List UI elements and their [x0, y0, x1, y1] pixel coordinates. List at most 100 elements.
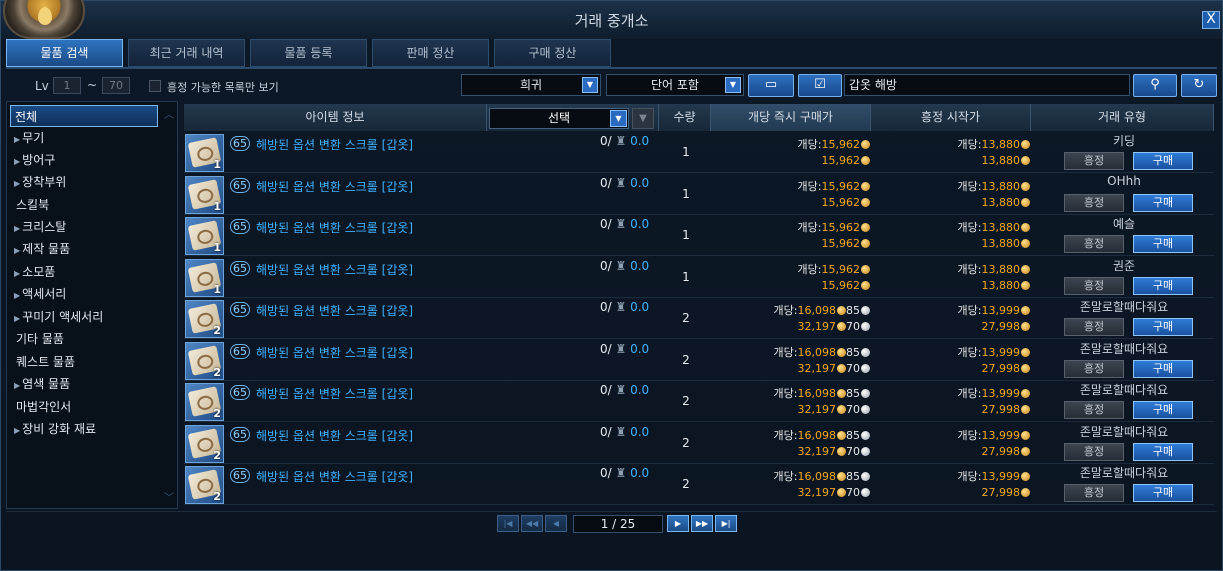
title-bar[interactable]: 거래 중개소 X: [1, 0, 1222, 39]
rarity-select[interactable]: 희귀 ▼: [461, 74, 601, 96]
category-item[interactable]: ▶ 크리스탈: [10, 216, 158, 238]
category-item[interactable]: ▶ 액세서리: [10, 283, 158, 305]
bid-only-checkbox[interactable]: [149, 80, 161, 92]
scroll-icon[interactable]: 2: [185, 341, 224, 380]
category-item[interactable]: ▶ 무기: [10, 127, 158, 149]
column-bid-start[interactable]: 흥정 시작가: [871, 104, 1031, 131]
tab-register-item[interactable]: 물품 등록: [250, 39, 367, 67]
item-name[interactable]: 해방된 옵션 변환 스크롤 [갑옷]: [256, 261, 413, 278]
column-item-info[interactable]: 아이템 정보: [184, 104, 487, 131]
sidebar-scrollbar[interactable]: ︿ ﹀: [163, 106, 175, 504]
bid-button[interactable]: 흥정: [1064, 442, 1124, 461]
bid-button[interactable]: 흥정: [1064, 318, 1124, 336]
table-row[interactable]: 1 65 해방된 옵션 변환 스크롤 [갑옷] 0/ ♜ 0.0 1 개당:15,962 1…: [184, 215, 1214, 256]
chevron-down-icon[interactable]: ▼: [582, 77, 598, 93]
buy-button[interactable]: 구매: [1133, 235, 1193, 253]
buy-button[interactable]: 구매: [1133, 401, 1193, 419]
category-item[interactable]: ▶ 꾸미기 액세서리: [10, 306, 158, 328]
sort-order-button[interactable]: ▼: [632, 108, 654, 129]
next-page-button[interactable]: ▶: [667, 515, 689, 532]
category-item[interactable]: 기타 물품: [10, 328, 158, 350]
column-qty[interactable]: 수량: [659, 104, 711, 131]
first-page-button[interactable]: |◀: [497, 515, 519, 532]
bid-button[interactable]: 흥정: [1064, 359, 1124, 378]
buy-button[interactable]: 구매: [1133, 318, 1193, 336]
item-name[interactable]: 해방된 옵션 변환 스크롤 [갑옷]: [256, 302, 413, 319]
category-item[interactable]: ▶ 장착부위: [10, 171, 158, 193]
buy-button[interactable]: 구매: [1133, 442, 1193, 461]
bid-button[interactable]: 흥정: [1064, 401, 1124, 419]
buy-button[interactable]: 구매: [1133, 276, 1193, 295]
item-name[interactable]: 해방된 옵션 변환 스크롤 [갑옷]: [256, 219, 413, 236]
category-item[interactable]: 퀘스트 물품: [10, 351, 158, 373]
item-name[interactable]: 해방된 옵션 변환 스크롤 [갑옷]: [256, 385, 413, 402]
buy-button[interactable]: 구매: [1133, 193, 1193, 212]
scroll-icon[interactable]: 1: [185, 134, 224, 172]
table-row[interactable]: 1 65 해방된 옵션 변환 스크롤 [갑옷] 0/ ♜ 0.0 1 개당:15,962 1…: [184, 132, 1214, 173]
bid-button[interactable]: 흥정: [1064, 484, 1124, 502]
table-row[interactable]: 2 65 해방된 옵션 변환 스크롤 [갑옷] 0/ ♜ 0.0 2 개당:16,098 8…: [184, 340, 1214, 381]
chevron-down-icon[interactable]: ▼: [725, 77, 741, 93]
tab-item-search[interactable]: 물품 검색: [6, 39, 123, 67]
tab-purchase-settlement[interactable]: 구매 정산: [494, 39, 611, 67]
buy-button[interactable]: 구매: [1133, 484, 1193, 502]
table-row[interactable]: 2 65 해방된 옵션 변환 스크롤 [갑옷] 0/ ♜ 0.0 2 개당:16,098 8…: [184, 381, 1214, 422]
column-trade-type[interactable]: 거래 유형: [1031, 104, 1214, 131]
bid-button[interactable]: 흥정: [1064, 152, 1124, 170]
prev-block-button[interactable]: ◀◀: [521, 515, 543, 532]
bid-button[interactable]: 흥정: [1064, 193, 1124, 212]
search-input[interactable]: 갑옷 해방: [844, 74, 1130, 96]
category-item[interactable]: ▶ 소모품: [10, 261, 158, 283]
refresh-button[interactable]: ↻: [1181, 74, 1217, 97]
check-toggle-button[interactable]: ☑: [798, 74, 842, 97]
match-mode-select[interactable]: 단어 포함 ▼: [606, 74, 744, 96]
lv-min-input[interactable]: 1: [53, 77, 81, 94]
category-item[interactable]: ▶ 제작 물품: [10, 238, 158, 260]
category-item[interactable]: ▶ 장비 강화 재료: [10, 418, 158, 440]
tab-sales-settlement[interactable]: 판매 정산: [372, 39, 489, 67]
scroll-icon[interactable]: 1: [185, 258, 224, 297]
unit-price-value: 16,098: [797, 345, 837, 359]
lv-max-input[interactable]: 70: [102, 77, 130, 94]
chevron-down-icon[interactable]: ▼: [610, 110, 627, 127]
category-item[interactable]: ▶ 방어구: [10, 149, 158, 171]
next-block-button[interactable]: ▶▶: [691, 515, 713, 532]
last-page-button[interactable]: ▶|: [715, 515, 737, 532]
bid-button[interactable]: 흥정: [1064, 276, 1124, 295]
scroll-icon[interactable]: 1: [185, 175, 224, 214]
total-price: 32,197 70: [798, 362, 870, 375]
scroll-up-icon[interactable]: ︿: [163, 106, 175, 121]
scroll-icon[interactable]: 2: [185, 383, 224, 421]
close-button[interactable]: X: [1202, 11, 1220, 29]
table-row[interactable]: 1 65 해방된 옵션 변환 스크롤 [갑옷] 0/ ♜ 0.0 1 개당:15,962 1…: [184, 257, 1214, 298]
search-button[interactable]: ⚲: [1133, 74, 1177, 97]
item-name[interactable]: 해방된 옵션 변환 스크롤 [갑옷]: [256, 344, 413, 361]
scroll-icon[interactable]: 2: [185, 300, 224, 338]
expand-arrow-icon: ▶: [14, 269, 21, 278]
column-instant-price[interactable]: 개당 즉시 구매가: [711, 104, 871, 131]
buy-button[interactable]: 구매: [1133, 359, 1193, 378]
mailbox-button[interactable]: ▭: [748, 74, 794, 97]
table-row[interactable]: 2 65 해방된 옵션 변환 스크롤 [갑옷] 0/ ♜ 0.0 2 개당:16,098 8…: [184, 423, 1214, 464]
scroll-icon[interactable]: 1: [185, 217, 224, 255]
buy-button[interactable]: 구매: [1133, 152, 1193, 170]
item-name[interactable]: 해방된 옵션 변환 스크롤 [갑옷]: [256, 427, 413, 444]
prev-page-button[interactable]: ◀: [545, 515, 567, 532]
select-dropdown[interactable]: 선택 ▼: [489, 108, 629, 129]
scroll-icon[interactable]: 2: [185, 466, 224, 504]
table-row[interactable]: 2 65 해방된 옵션 변환 스크롤 [갑옷] 0/ ♜ 0.0 2 개당:16,098 8…: [184, 298, 1214, 339]
scroll-icon[interactable]: 2: [185, 424, 224, 463]
scroll-down-icon[interactable]: ﹀: [163, 489, 175, 504]
tab-recent-trades[interactable]: 최근 거래 내역: [128, 39, 245, 67]
category-item[interactable]: 마법각인서: [10, 396, 158, 418]
item-name[interactable]: 해방된 옵션 변환 스크롤 [갑옷]: [256, 136, 413, 153]
item-name[interactable]: 해방된 옵션 변환 스크롤 [갑옷]: [256, 468, 413, 485]
bid-button[interactable]: 흥정: [1064, 235, 1124, 253]
category-item[interactable]: ▶ 염색 물품: [10, 373, 158, 395]
item-name[interactable]: 해방된 옵션 변환 스크롤 [갑옷]: [256, 178, 413, 195]
category-item[interactable]: 스킬북: [10, 194, 158, 216]
table-row[interactable]: 1 65 해방된 옵션 변환 스크롤 [갑옷] 0/ ♜ 0.0 1 개당:15,962 1…: [184, 174, 1214, 215]
table-row[interactable]: 2 65 해방된 옵션 변환 스크롤 [갑옷] 0/ ♜ 0.0 2 개당:16,098 8…: [184, 464, 1214, 505]
item-level-badge: 65: [230, 426, 250, 442]
category-item[interactable]: 전체: [10, 105, 158, 127]
